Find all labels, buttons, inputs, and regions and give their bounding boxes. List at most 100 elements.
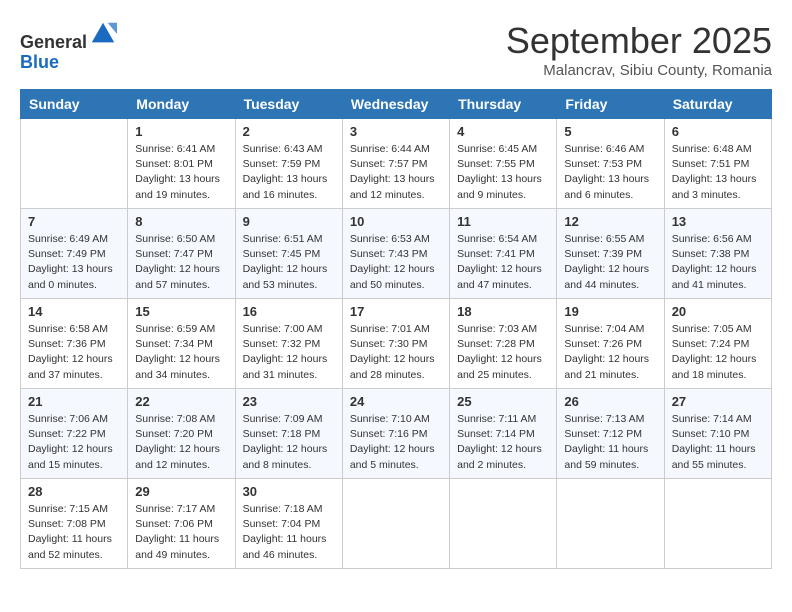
week-row-3: 14Sunrise: 6:58 AM Sunset: 7:36 PM Dayli… bbox=[21, 299, 772, 389]
week-row-5: 28 Sunrise: 7:15 AM Sunset: 7:08 PM Dayli… bbox=[21, 479, 772, 569]
day-number: 19 bbox=[564, 304, 656, 319]
day-number: 12 bbox=[564, 214, 656, 229]
day-info: Sunrise: 7:11 AM Sunset: 7:14 PM Dayligh… bbox=[457, 412, 549, 473]
day-info: Sunrise: 6:48 AM Sunset: 7:51 PM Dayligh… bbox=[672, 142, 764, 203]
day-info: Sunrise: 6:50 AM Sunset: 7:47 PM Dayligh… bbox=[135, 232, 227, 293]
day-info: Sunrise: 7:08 AM Sunset: 7:20 PM Dayligh… bbox=[135, 412, 227, 473]
day-info: Sunrise: 6:41 AM Sunset: 8:01 PM Dayligh… bbox=[135, 142, 227, 203]
calendar-cell: 29 Sunrise: 7:17 AM Sunset: 7:06 PM Dayli… bbox=[128, 479, 235, 569]
title-block: September 2025 Malancrav, Sibiu County, … bbox=[506, 20, 772, 79]
calendar-table: SundayMondayTuesdayWednesdayThursdayFrid… bbox=[20, 89, 772, 569]
day-info: Sunrise: 6:49 AM Sunset: 7:49 PM Dayligh… bbox=[28, 232, 120, 293]
day-header-sunday: Sunday bbox=[21, 90, 128, 119]
day-info: Sunrise: 6:53 AM Sunset: 7:43 PM Dayligh… bbox=[350, 232, 442, 293]
day-header-monday: Monday bbox=[128, 90, 235, 119]
day-number: 22 bbox=[135, 394, 227, 409]
location: Malancrav, Sibiu County, Romania bbox=[506, 62, 772, 79]
week-row-2: 7 Sunrise: 6:49 AM Sunset: 7:49 PM Daylig… bbox=[21, 209, 772, 299]
day-info: Sunrise: 7:18 AM Sunset: 7:04 PM Dayligh… bbox=[243, 502, 335, 563]
day-number: 18 bbox=[457, 304, 549, 319]
day-info: Sunrise: 7:00 AM Sunset: 7:32 PM Dayligh… bbox=[243, 322, 335, 383]
calendar-cell: 25Sunrise: 7:11 AM Sunset: 7:14 PM Dayli… bbox=[450, 389, 557, 479]
day-number: 10 bbox=[350, 214, 442, 229]
day-number: 24 bbox=[350, 394, 442, 409]
calendar-cell: 15 Sunrise: 6:59 AM Sunset: 7:34 PM Dayli… bbox=[128, 299, 235, 389]
calendar-cell: 17 Sunrise: 7:01 AM Sunset: 7:30 PM Dayli… bbox=[342, 299, 449, 389]
day-number: 15 bbox=[135, 304, 227, 319]
day-number: 9 bbox=[243, 214, 335, 229]
day-info: Sunrise: 7:01 AM Sunset: 7:30 PM Dayligh… bbox=[350, 322, 442, 383]
day-info: Sunrise: 6:46 AM Sunset: 7:53 PM Dayligh… bbox=[564, 142, 656, 203]
calendar-cell: 1 Sunrise: 6:41 AM Sunset: 8:01 PM Daylig… bbox=[128, 119, 235, 209]
day-info: Sunrise: 7:03 AM Sunset: 7:28 PM Dayligh… bbox=[457, 322, 549, 383]
calendar-cell: 9Sunrise: 6:51 AM Sunset: 7:45 PM Daylig… bbox=[235, 209, 342, 299]
day-number: 7 bbox=[28, 214, 120, 229]
day-info: Sunrise: 6:44 AM Sunset: 7:57 PM Dayligh… bbox=[350, 142, 442, 203]
calendar-cell bbox=[21, 119, 128, 209]
day-info: Sunrise: 7:09 AM Sunset: 7:18 PM Dayligh… bbox=[243, 412, 335, 473]
calendar-cell bbox=[557, 479, 664, 569]
day-number: 5 bbox=[564, 124, 656, 139]
logo-blue: Blue bbox=[20, 52, 59, 72]
week-row-4: 21Sunrise: 7:06 AM Sunset: 7:22 PM Dayli… bbox=[21, 389, 772, 479]
calendar-cell bbox=[664, 479, 771, 569]
day-number: 30 bbox=[243, 484, 335, 499]
calendar-cell: 18 Sunrise: 7:03 AM Sunset: 7:28 PM Dayli… bbox=[450, 299, 557, 389]
day-number: 26 bbox=[564, 394, 656, 409]
logo-general: General bbox=[20, 32, 87, 52]
day-number: 16 bbox=[243, 304, 335, 319]
month-title: September 2025 bbox=[506, 20, 772, 62]
day-number: 29 bbox=[135, 484, 227, 499]
day-info: Sunrise: 7:05 AM Sunset: 7:24 PM Dayligh… bbox=[672, 322, 764, 383]
day-header-saturday: Saturday bbox=[664, 90, 771, 119]
calendar-cell bbox=[342, 479, 449, 569]
logo-icon bbox=[89, 20, 117, 48]
calendar-cell: 23 Sunrise: 7:09 AM Sunset: 7:18 PM Dayli… bbox=[235, 389, 342, 479]
day-info: Sunrise: 7:10 AM Sunset: 7:16 PM Dayligh… bbox=[350, 412, 442, 473]
logo: General Blue bbox=[20, 20, 117, 73]
day-info: Sunrise: 7:15 AM Sunset: 7:08 PM Dayligh… bbox=[28, 502, 120, 563]
day-number: 4 bbox=[457, 124, 549, 139]
day-info: Sunrise: 6:43 AM Sunset: 7:59 PM Dayligh… bbox=[243, 142, 335, 203]
day-number: 20 bbox=[672, 304, 764, 319]
calendar-cell: 13 Sunrise: 6:56 AM Sunset: 7:38 PM Dayli… bbox=[664, 209, 771, 299]
calendar-cell bbox=[450, 479, 557, 569]
day-info: Sunrise: 7:04 AM Sunset: 7:26 PM Dayligh… bbox=[564, 322, 656, 383]
day-number: 27 bbox=[672, 394, 764, 409]
calendar-cell: 5 Sunrise: 6:46 AM Sunset: 7:53 PM Daylig… bbox=[557, 119, 664, 209]
day-header-friday: Friday bbox=[557, 90, 664, 119]
day-info: Sunrise: 6:59 AM Sunset: 7:34 PM Dayligh… bbox=[135, 322, 227, 383]
day-info: Sunrise: 6:58 AM Sunset: 7:36 PM Dayligh… bbox=[28, 322, 120, 383]
calendar-header: SundayMondayTuesdayWednesdayThursdayFrid… bbox=[21, 90, 772, 119]
calendar-cell: 6Sunrise: 6:48 AM Sunset: 7:51 PM Daylig… bbox=[664, 119, 771, 209]
calendar-cell: 4 Sunrise: 6:45 AM Sunset: 7:55 PM Daylig… bbox=[450, 119, 557, 209]
day-info: Sunrise: 6:55 AM Sunset: 7:39 PM Dayligh… bbox=[564, 232, 656, 293]
day-number: 13 bbox=[672, 214, 764, 229]
day-number: 8 bbox=[135, 214, 227, 229]
calendar-cell: 2Sunrise: 6:43 AM Sunset: 7:59 PM Daylig… bbox=[235, 119, 342, 209]
day-number: 17 bbox=[350, 304, 442, 319]
calendar-cell: 11 Sunrise: 6:54 AM Sunset: 7:41 PM Dayli… bbox=[450, 209, 557, 299]
day-header-tuesday: Tuesday bbox=[235, 90, 342, 119]
calendar-cell: 30 Sunrise: 7:18 AM Sunset: 7:04 PM Dayli… bbox=[235, 479, 342, 569]
day-number: 1 bbox=[135, 124, 227, 139]
day-header-thursday: Thursday bbox=[450, 90, 557, 119]
calendar-cell: 26Sunrise: 7:13 AM Sunset: 7:12 PM Dayli… bbox=[557, 389, 664, 479]
day-number: 3 bbox=[350, 124, 442, 139]
day-info: Sunrise: 6:45 AM Sunset: 7:55 PM Dayligh… bbox=[457, 142, 549, 203]
page-header: General Blue September 2025 Malancrav, S… bbox=[20, 20, 772, 79]
day-info: Sunrise: 7:17 AM Sunset: 7:06 PM Dayligh… bbox=[135, 502, 227, 563]
day-number: 11 bbox=[457, 214, 549, 229]
calendar-cell: 10 Sunrise: 6:53 AM Sunset: 7:43 PM Dayli… bbox=[342, 209, 449, 299]
calendar-cell: 8 Sunrise: 6:50 AM Sunset: 7:47 PM Daylig… bbox=[128, 209, 235, 299]
day-number: 23 bbox=[243, 394, 335, 409]
day-number: 28 bbox=[28, 484, 120, 499]
day-info: Sunrise: 6:56 AM Sunset: 7:38 PM Dayligh… bbox=[672, 232, 764, 293]
day-number: 21 bbox=[28, 394, 120, 409]
day-info: Sunrise: 6:54 AM Sunset: 7:41 PM Dayligh… bbox=[457, 232, 549, 293]
week-row-1: 1 Sunrise: 6:41 AM Sunset: 8:01 PM Daylig… bbox=[21, 119, 772, 209]
calendar-cell: 19 Sunrise: 7:04 AM Sunset: 7:26 PM Dayli… bbox=[557, 299, 664, 389]
calendar-cell: 14Sunrise: 6:58 AM Sunset: 7:36 PM Dayli… bbox=[21, 299, 128, 389]
calendar-cell: 22 Sunrise: 7:08 AM Sunset: 7:20 PM Dayli… bbox=[128, 389, 235, 479]
day-header-wednesday: Wednesday bbox=[342, 90, 449, 119]
